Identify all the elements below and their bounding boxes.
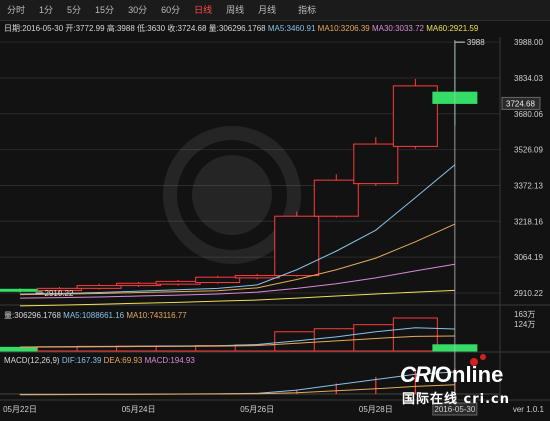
date-tick-0: 05月22日 xyxy=(3,405,37,414)
price-tick-7: 3988.00 xyxy=(514,38,543,47)
dea-line xyxy=(20,384,455,395)
candle-body-2 xyxy=(76,285,122,289)
price-info-bar: 日期:2016-05-30 开:3772.99 高:3988 低:3630 收:… xyxy=(4,23,478,34)
candle-body-3 xyxy=(116,282,162,287)
last-price-label: 3724.68 xyxy=(506,99,535,108)
info-low: 低:3630 xyxy=(137,24,166,33)
price-tick-5: 3680.06 xyxy=(514,110,543,119)
candle-body-10 xyxy=(392,85,438,147)
logo-online-text: Online xyxy=(434,362,504,387)
date-tick-3: 05月28日 xyxy=(359,405,393,414)
price-tick-4: 3526.09 xyxy=(514,146,543,155)
info-high: 高:3988 xyxy=(106,24,135,33)
candle-body-6 xyxy=(234,275,280,279)
price-tick-2: 3218.16 xyxy=(514,217,543,226)
logo-chinese-text: 国际在线 cri.cn xyxy=(402,392,510,407)
vol-ma10: MA10:743116.77 xyxy=(126,311,187,320)
volume-bar-7 xyxy=(274,331,320,352)
macd-dif: DIF:167.39 xyxy=(61,356,102,365)
info-ma60: MA60:2921.59 xyxy=(426,24,479,33)
candle-body-4 xyxy=(155,280,201,285)
candle-body-8 xyxy=(313,179,359,217)
volume-bar-10 xyxy=(392,317,438,352)
candle-body-9 xyxy=(353,143,399,185)
macd-value: MACD:194.93 xyxy=(144,356,195,365)
info-close: 收:3724.68 xyxy=(167,24,207,33)
info-ma5: MA5:3460.91 xyxy=(267,24,316,33)
info-ma10: MA10:3206.39 xyxy=(317,24,370,33)
logo-dot-small xyxy=(480,354,486,360)
info-date: 日期:2016-05-30 xyxy=(4,24,64,33)
version-label: ver 1.0.1 xyxy=(512,405,544,414)
macd-name: MACD(12,26,9) xyxy=(4,356,60,365)
high-mark-label: 3988 xyxy=(467,38,485,47)
logo-dot xyxy=(470,358,478,366)
price-tick-6: 3834.03 xyxy=(514,74,543,83)
info-open: 开:3772.99 xyxy=(65,24,105,33)
vol-ma5: MA5:1088661.16 xyxy=(63,311,125,320)
macd-dea: DEA:69.93 xyxy=(103,356,143,365)
volume-tick-1: 124万 xyxy=(514,320,535,329)
price-axis: 2910.22 3064.19 3218.16 3372.13 3526.09 3680.… xyxy=(501,38,543,298)
logo-cri-text: CRI xyxy=(400,362,436,387)
macd-info-bar: MACD(12,26,9) DIF:167.39 DEA:69.93 MACD:… xyxy=(4,356,195,365)
date-tick-1: 05月24日 xyxy=(122,405,156,414)
candle-body-0 xyxy=(0,288,43,292)
low-mark-label: 2910.22 xyxy=(45,289,74,298)
price-tick-3: 3372.13 xyxy=(514,181,543,190)
info-ma30: MA30:3033.72 xyxy=(371,24,424,33)
vol-volume: 量:306296.1768 xyxy=(4,311,61,320)
candle-body-7 xyxy=(274,215,320,277)
price-tick-0: 2910.22 xyxy=(514,289,543,298)
date-tick-2: 05月26日 xyxy=(240,405,274,414)
dif-line xyxy=(19,371,455,396)
info-volume: 量:306296.1768 xyxy=(208,24,266,33)
cri-online-logo: CRIOnline 国际在线 cri.cn xyxy=(400,354,548,407)
volume-tick-0: 163万 xyxy=(514,310,535,319)
candle-body-5 xyxy=(195,276,241,284)
price-tick-1: 3064.19 xyxy=(514,253,543,262)
volume-bar-0 xyxy=(0,346,43,352)
volume-info-bar: 量:306296.1768 MA5:1088661.16 MA10:743116… xyxy=(4,310,187,321)
